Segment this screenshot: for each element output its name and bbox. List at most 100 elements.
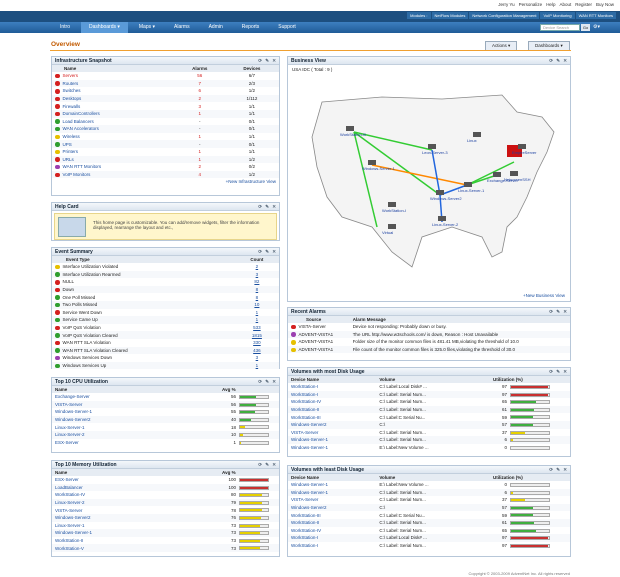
table-row[interactable]: Exchange-Server 56 xyxy=(52,393,279,401)
table-row[interactable]: One Poll Missed 8 xyxy=(52,293,279,301)
table-row[interactable]: Printers 1 1/1 xyxy=(52,148,279,156)
device-node-icon[interactable] xyxy=(388,202,396,207)
device-name[interactable]: VISTA-Server xyxy=(288,429,376,437)
tab-4[interactable]: Admin xyxy=(201,22,231,33)
device-name[interactable]: Windows-Server-1 xyxy=(52,529,219,537)
gear-icon[interactable]: ⚙▾ xyxy=(593,24,606,31)
top-link[interactable]: Register xyxy=(575,2,592,7)
event-count[interactable]: 1 xyxy=(235,309,279,317)
infra-name[interactable]: Load Balancers xyxy=(63,119,94,124)
table-row[interactable]: Windows Services Up 1 xyxy=(52,361,279,370)
device-name[interactable]: Windows-Server2 xyxy=(288,420,377,429)
device-name[interactable]: WorkStation-I xyxy=(288,383,376,391)
device-name[interactable]: Windows-Server2 xyxy=(288,503,377,512)
event-count[interactable]: 82 xyxy=(235,278,279,286)
event-count[interactable]: 3 xyxy=(234,270,279,279)
table-row[interactable]: WAN RTT SLA Violation Cleared 436 xyxy=(52,346,279,355)
table-row[interactable]: Service Went Down 1 xyxy=(52,309,279,317)
alarm-count[interactable]: 1 xyxy=(174,109,225,118)
table-row[interactable]: VISTA-Server C:\ Label: Serial Num... 37 xyxy=(288,429,570,437)
device-count[interactable]: 2/3 xyxy=(224,79,279,88)
table-row[interactable]: WorkStation-II 73 xyxy=(52,537,279,545)
alarm-count[interactable]: - xyxy=(174,125,225,133)
device-name[interactable]: WorkStation-III xyxy=(288,413,376,421)
table-row[interactable]: ADVENT-VISTA1 The URL http://www.w3school… xyxy=(288,330,570,339)
device-node-label[interactable]: Linux-Server-1 xyxy=(458,188,485,193)
device-name[interactable]: VISTA-Server xyxy=(52,400,219,409)
top-link[interactable]: Help xyxy=(546,2,555,7)
new-infra-view-link[interactable]: +New Infrastructure View xyxy=(52,178,279,185)
table-row[interactable]: Windows-Server2 C:\ 57 xyxy=(288,503,570,512)
device-node-icon[interactable] xyxy=(436,190,444,195)
device-count[interactable]: 1/1 xyxy=(225,148,279,156)
device-count[interactable]: 1/1 xyxy=(225,102,279,110)
table-row[interactable]: WorkStation-I C:\ Label:Local Disk# ... 97 xyxy=(288,383,570,391)
widget-controls-icon[interactable]: ⟳ ✎ ✕ xyxy=(549,58,568,64)
table-row[interactable]: Windows-Server-1 E:\ Label:New Volume ...… xyxy=(288,444,570,452)
device-name[interactable]: VISTA-Server xyxy=(288,496,376,504)
event-count[interactable]: 436 xyxy=(234,346,279,355)
alarm-count[interactable]: 7 xyxy=(174,79,225,88)
device-count[interactable]: 1/1 xyxy=(224,109,279,118)
alarm-count[interactable]: 4 xyxy=(174,170,225,179)
event-count[interactable]: 8 xyxy=(234,285,279,294)
module-link[interactable]: NetFlow Modules xyxy=(431,12,469,19)
device-count[interactable]: 1/1 xyxy=(225,133,279,141)
table-row[interactable]: WAN RTT SLA Violation 330 xyxy=(52,339,279,347)
widget-controls-icon[interactable]: ⟳ ✎ ✕ xyxy=(258,249,277,255)
device-node-icon[interactable] xyxy=(438,216,446,221)
device-name[interactable]: ESX-Server xyxy=(52,476,219,484)
table-row[interactable]: Wireless 1 1/1 xyxy=(52,133,279,141)
table-row[interactable]: WAN RTT Monitors 2 0/2 xyxy=(52,163,279,171)
alarm-source[interactable]: ADVENT-VISTA1 xyxy=(299,339,334,344)
module-link[interactable]: WAN RTT Monitors xyxy=(575,12,616,19)
device-name[interactable]: Exchange-Server xyxy=(52,393,219,401)
table-row[interactable]: WorkStation-IV C:\ Label: Serial Num... 65 xyxy=(288,398,570,406)
alarm-message[interactable]: File count of the monitor common files i… xyxy=(349,345,570,354)
alarm-count[interactable]: 56 xyxy=(175,72,225,80)
table-row[interactable]: WorkStation-II C:\ Label: Serial Num... 61 xyxy=(288,405,570,414)
event-count[interactable]: 1815 xyxy=(234,331,279,339)
table-row[interactable]: Firewalls 3 1/1 xyxy=(52,102,279,110)
table-row[interactable]: Windows Services Down 3 xyxy=(52,354,279,362)
table-row[interactable]: Linux-Server-2 79 xyxy=(52,498,279,507)
table-row[interactable]: Routers 7 2/3 xyxy=(52,79,279,88)
infra-name[interactable]: WAN Accelerators xyxy=(63,126,99,131)
event-count[interactable]: 533 xyxy=(235,324,279,332)
table-row[interactable]: ESX-Server 1 xyxy=(52,439,279,447)
device-name[interactable]: WorkStation-IV xyxy=(52,491,219,499)
device-node-label[interactable]: NetscreenSSH xyxy=(504,177,531,182)
device-node-icon[interactable] xyxy=(368,160,376,165)
device-count[interactable]: 6/7 xyxy=(225,72,279,80)
device-name[interactable]: Linux-Server-2 xyxy=(52,430,219,439)
top-link[interactable]: Buy Now xyxy=(596,2,614,7)
event-count[interactable]: 330 xyxy=(235,339,279,347)
event-count[interactable]: 10 xyxy=(234,300,279,309)
widget-controls-icon[interactable]: ⟳ ✎ ✕ xyxy=(549,467,568,473)
top-link[interactable]: About xyxy=(559,2,571,7)
widget-controls-icon[interactable]: ⟳ ✎ ✕ xyxy=(258,379,277,385)
table-row[interactable]: Down 8 xyxy=(52,285,279,294)
table-row[interactable]: VoIP QoS Violation Cleared 1815 xyxy=(52,331,279,339)
alarm-count[interactable]: 1 xyxy=(175,133,225,141)
alarm-message[interactable]: The URL http://www.w3schools.com/ is dow… xyxy=(349,330,570,339)
table-row[interactable]: WorkStation-III C:\ Label:C Serial Nu... 5… xyxy=(288,413,570,421)
table-row[interactable]: LoadBalancer 100 xyxy=(52,483,279,492)
device-name[interactable]: Windows-Server-1 xyxy=(288,481,376,489)
device-node-label[interactable]: Leon-Server-3 xyxy=(422,150,448,155)
alarm-count[interactable]: 2 xyxy=(174,94,225,103)
widget-controls-icon[interactable]: ⟳ ✎ ✕ xyxy=(549,369,568,375)
device-name[interactable]: WorkStation-II xyxy=(52,537,219,545)
infra-name[interactable]: Firewalls xyxy=(63,104,81,109)
alarm-count[interactable]: - xyxy=(174,140,225,148)
table-row[interactable]: Windows-Server-1 C:\ Label: Serial Num...… xyxy=(288,488,570,497)
alarm-count[interactable]: - xyxy=(175,118,225,126)
infra-name[interactable]: Desktops xyxy=(63,96,82,101)
device-node-icon[interactable] xyxy=(346,126,354,131)
tab-5[interactable]: Reports xyxy=(234,22,268,33)
alarm-count[interactable]: 6 xyxy=(175,87,225,95)
device-node-label[interactable]: Windows-Server2 xyxy=(430,196,462,201)
table-row[interactable]: VISTA-Server C:\ Label: Serial Num... 37 xyxy=(288,496,570,504)
device-name[interactable]: WorkStation-II xyxy=(288,405,377,414)
table-row[interactable]: WorkStation-III C:\ Label:C Serial Nu... 5… xyxy=(288,511,570,519)
